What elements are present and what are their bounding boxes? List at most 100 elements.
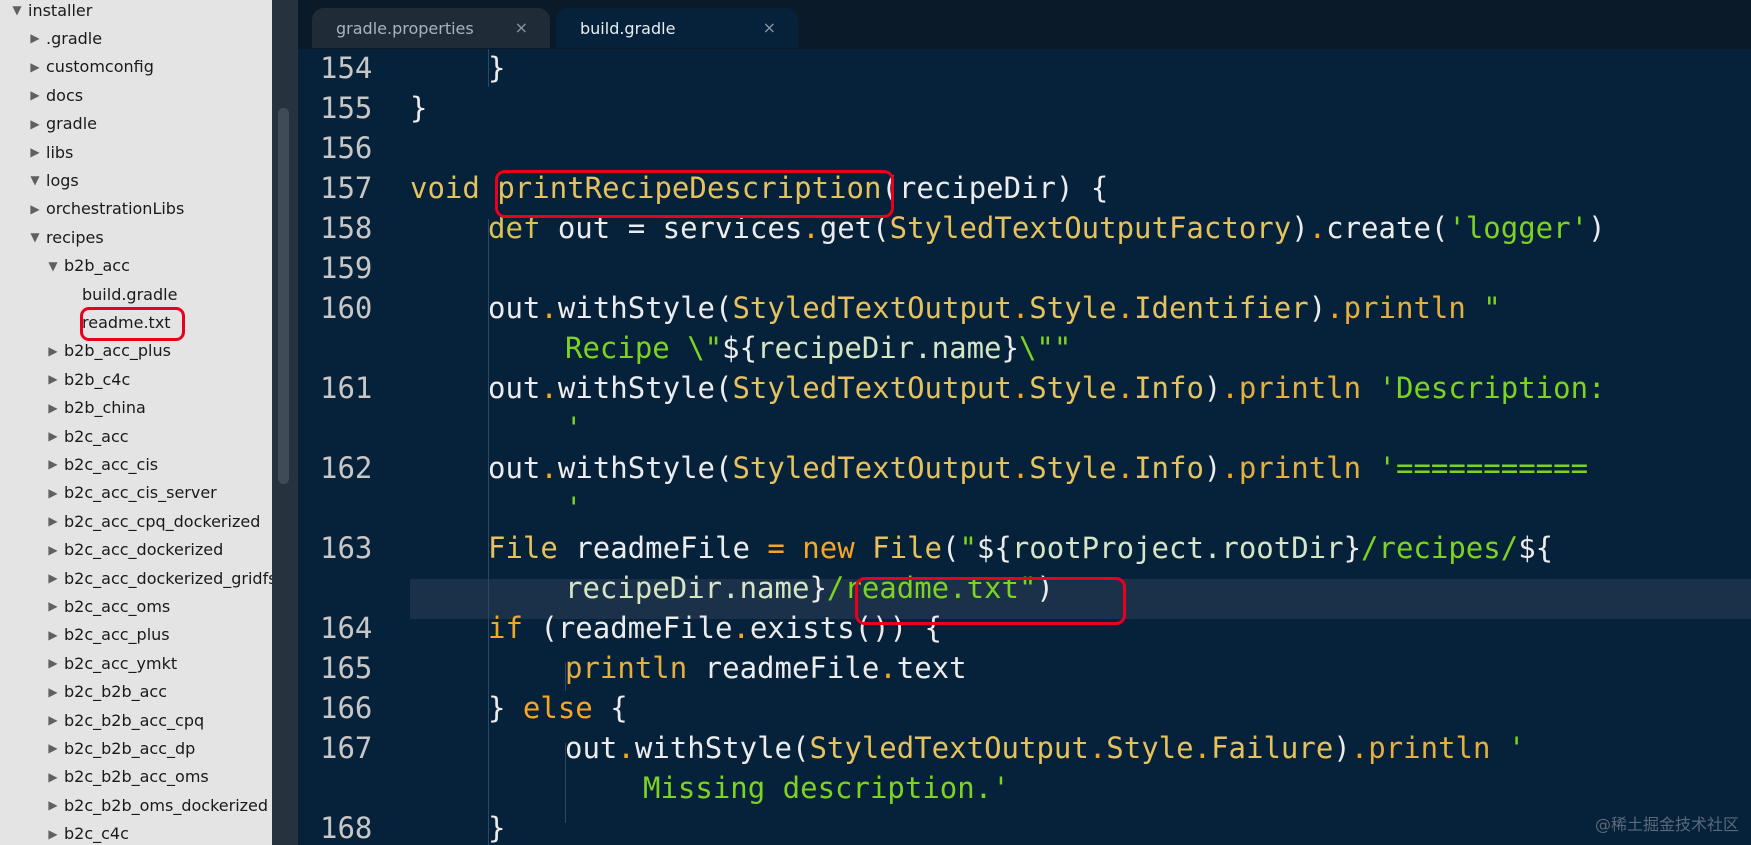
tree-item[interactable]: ▶ b2c_b2b_acc_dp: [44, 734, 195, 762]
code-line-167: out.withStyle(StyledTextOutput.Style.Fai…: [565, 731, 1526, 765]
tree-item[interactable]: ▶ orchestrationLibs: [26, 195, 184, 223]
code-line-167-wrap: Missing description.': [643, 771, 1010, 805]
file-tree-sidebar: ▼ installer ▶ .gradle ▶ customconfig ▶ docs ▶ gra…: [0, 0, 272, 845]
tree-item[interactable]: ▼ b2b_acc: [44, 252, 130, 280]
tree-item[interactable]: ▶ b2c_acc: [44, 422, 129, 450]
line-number: 157: [320, 171, 373, 205]
disclosure-closed-icon[interactable]: ▶: [26, 60, 44, 74]
tree-item-label: b2c_b2b_acc_dp: [64, 738, 196, 758]
annotation-box-readme-path: [855, 577, 1126, 625]
disclosure-closed-icon[interactable]: ▶: [44, 457, 62, 471]
tree-item[interactable]: ▶ b2c_acc_oms: [44, 592, 170, 620]
code-line-162-wrap: ': [565, 491, 583, 525]
tree-item[interactable]: ▶ b2c_acc_ymkt: [44, 649, 177, 677]
disclosure-closed-icon[interactable]: ▶: [44, 798, 62, 812]
tree-item[interactable]: ▶ b2c_acc_cis: [44, 450, 158, 478]
line-number: 163: [320, 531, 373, 565]
close-icon[interactable]: ×: [763, 18, 776, 37]
tree-item[interactable]: ▶ b2c_acc_cis_server: [44, 479, 216, 507]
tree-item[interactable]: ▼ logs: [26, 166, 79, 194]
disclosure-closed-icon[interactable]: ▶: [44, 486, 62, 500]
code-editor[interactable]: 154 155 156 157 158 159 160 161 162 163 …: [298, 49, 1751, 845]
tree-item-label: b2c_b2b_acc: [64, 682, 168, 702]
line-number: 165: [320, 651, 373, 685]
tree-item-label: logs: [46, 170, 79, 190]
disclosure-open-icon[interactable]: ▼: [44, 259, 62, 273]
tree-item[interactable]: ▶ libs: [26, 138, 73, 166]
tree-item-label: build.gradle: [82, 284, 178, 304]
tree-item-label: libs: [46, 142, 74, 162]
tree-item-label: b2c_acc_plus: [64, 625, 170, 645]
tree-item[interactable]: build.gradle: [62, 280, 177, 308]
disclosure-closed-icon[interactable]: ▶: [44, 372, 62, 386]
tree-item[interactable]: ▶ b2c_acc_dockerized_gridfs: [44, 564, 272, 592]
annotation-box-function-name: [495, 170, 894, 218]
tree-item[interactable]: ▶ gradle: [26, 110, 97, 138]
tree-item[interactable]: ▶ .gradle: [26, 24, 102, 52]
tree-item-label: recipes: [46, 227, 104, 247]
disclosure-closed-icon[interactable]: ▶: [44, 401, 62, 415]
line-number: 162: [320, 451, 373, 485]
disclosure-closed-icon[interactable]: ▶: [44, 685, 62, 699]
tree-item[interactable]: ▶ b2c_acc_cpq_dockerized: [44, 507, 260, 535]
line-number: 161: [320, 371, 373, 405]
code-line-165: println readmeFile.text: [565, 651, 967, 685]
line-number: 158: [320, 211, 373, 245]
disclosure-closed-icon[interactable]: ▶: [44, 543, 62, 557]
disclosure-closed-icon[interactable]: ▶: [44, 741, 62, 755]
tree-item-label: b2c_acc_dockerized_gridfs: [64, 568, 272, 588]
tree-item[interactable]: ▶ b2b_china: [44, 394, 145, 422]
tree-item-label: b2c_acc_cpq_dockerized: [64, 511, 261, 531]
line-number: 155: [320, 91, 373, 125]
close-icon[interactable]: ×: [515, 18, 528, 37]
code-line-160-wrap: Recipe \"${recipeDir.name}\"": [565, 331, 1072, 365]
tree-item[interactable]: ▶ b2c_b2b_oms_dockerized: [44, 791, 268, 819]
disclosure-closed-icon[interactable]: ▶: [26, 202, 44, 216]
disclosure-closed-icon[interactable]: ▶: [44, 827, 62, 841]
disclosure-closed-icon[interactable]: ▶: [44, 571, 62, 585]
tree-item[interactable]: ▶ b2c_b2b_acc_cpq: [44, 706, 204, 734]
tree-item-label: installer: [28, 0, 93, 20]
line-number: 154: [320, 51, 373, 85]
tree-item-label: b2b_acc_plus: [64, 341, 171, 361]
disclosure-closed-icon[interactable]: ▶: [44, 599, 62, 613]
tab-gradle-properties[interactable]: gradle.properties ×: [312, 8, 550, 48]
tree-item[interactable]: ▶ b2c_b2b_acc_oms: [44, 763, 208, 791]
tree-item[interactable]: ▼ installer: [8, 0, 92, 24]
tree-item[interactable]: ▼ recipes: [26, 223, 104, 251]
tree-item-label: .gradle: [46, 28, 103, 48]
line-number: 160: [320, 291, 373, 325]
tree-item[interactable]: ▶ docs: [26, 81, 83, 109]
line-number: 156: [320, 131, 373, 165]
disclosure-closed-icon[interactable]: ▶: [44, 628, 62, 642]
disclosure-closed-icon[interactable]: ▶: [44, 429, 62, 443]
disclosure-open-icon[interactable]: ▼: [26, 230, 44, 244]
disclosure-closed-icon[interactable]: ▶: [44, 514, 62, 528]
tab-bar: gradle.properties × build.gradle ×: [298, 0, 1751, 49]
disclosure-closed-icon[interactable]: ▶: [44, 344, 62, 358]
tree-item[interactable]: ▶ b2b_c4c: [44, 365, 130, 393]
tree-item[interactable]: ▶ b2c_acc_plus: [44, 621, 170, 649]
disclosure-closed-icon[interactable]: ▶: [26, 145, 44, 159]
tree-item-label: b2b_acc: [64, 256, 130, 276]
disclosure-closed-icon[interactable]: ▶: [44, 656, 62, 670]
sidebar-scrollbar-thumb[interactable]: [278, 108, 289, 484]
disclosure-closed-icon[interactable]: ▶: [44, 770, 62, 784]
disclosure-open-icon[interactable]: ▼: [8, 3, 26, 17]
tree-item-label: orchestrationLibs: [46, 199, 185, 219]
tree-item[interactable]: ▶ b2c_b2b_acc: [44, 678, 167, 706]
tree-item-label: b2c_acc: [64, 426, 129, 446]
tree-item[interactable]: ▶ b2c_acc_dockerized: [44, 536, 223, 564]
disclosure-open-icon[interactable]: ▼: [26, 173, 44, 187]
line-number: 167: [320, 731, 373, 765]
disclosure-closed-icon[interactable]: ▶: [26, 117, 44, 131]
code-line-163: File readmeFile = new File("${rootProjec…: [488, 531, 1554, 565]
tab-build-gradle[interactable]: build.gradle ×: [556, 8, 798, 48]
tree-item-label: b2c_acc_dockerized: [64, 540, 224, 560]
disclosure-closed-icon[interactable]: ▶: [44, 713, 62, 727]
tree-item[interactable]: ▶ b2c_c4c: [44, 820, 129, 845]
line-number: 164: [320, 611, 373, 645]
disclosure-closed-icon[interactable]: ▶: [26, 88, 44, 102]
disclosure-closed-icon[interactable]: ▶: [26, 31, 44, 45]
tree-item[interactable]: ▶ customconfig: [26, 53, 154, 81]
